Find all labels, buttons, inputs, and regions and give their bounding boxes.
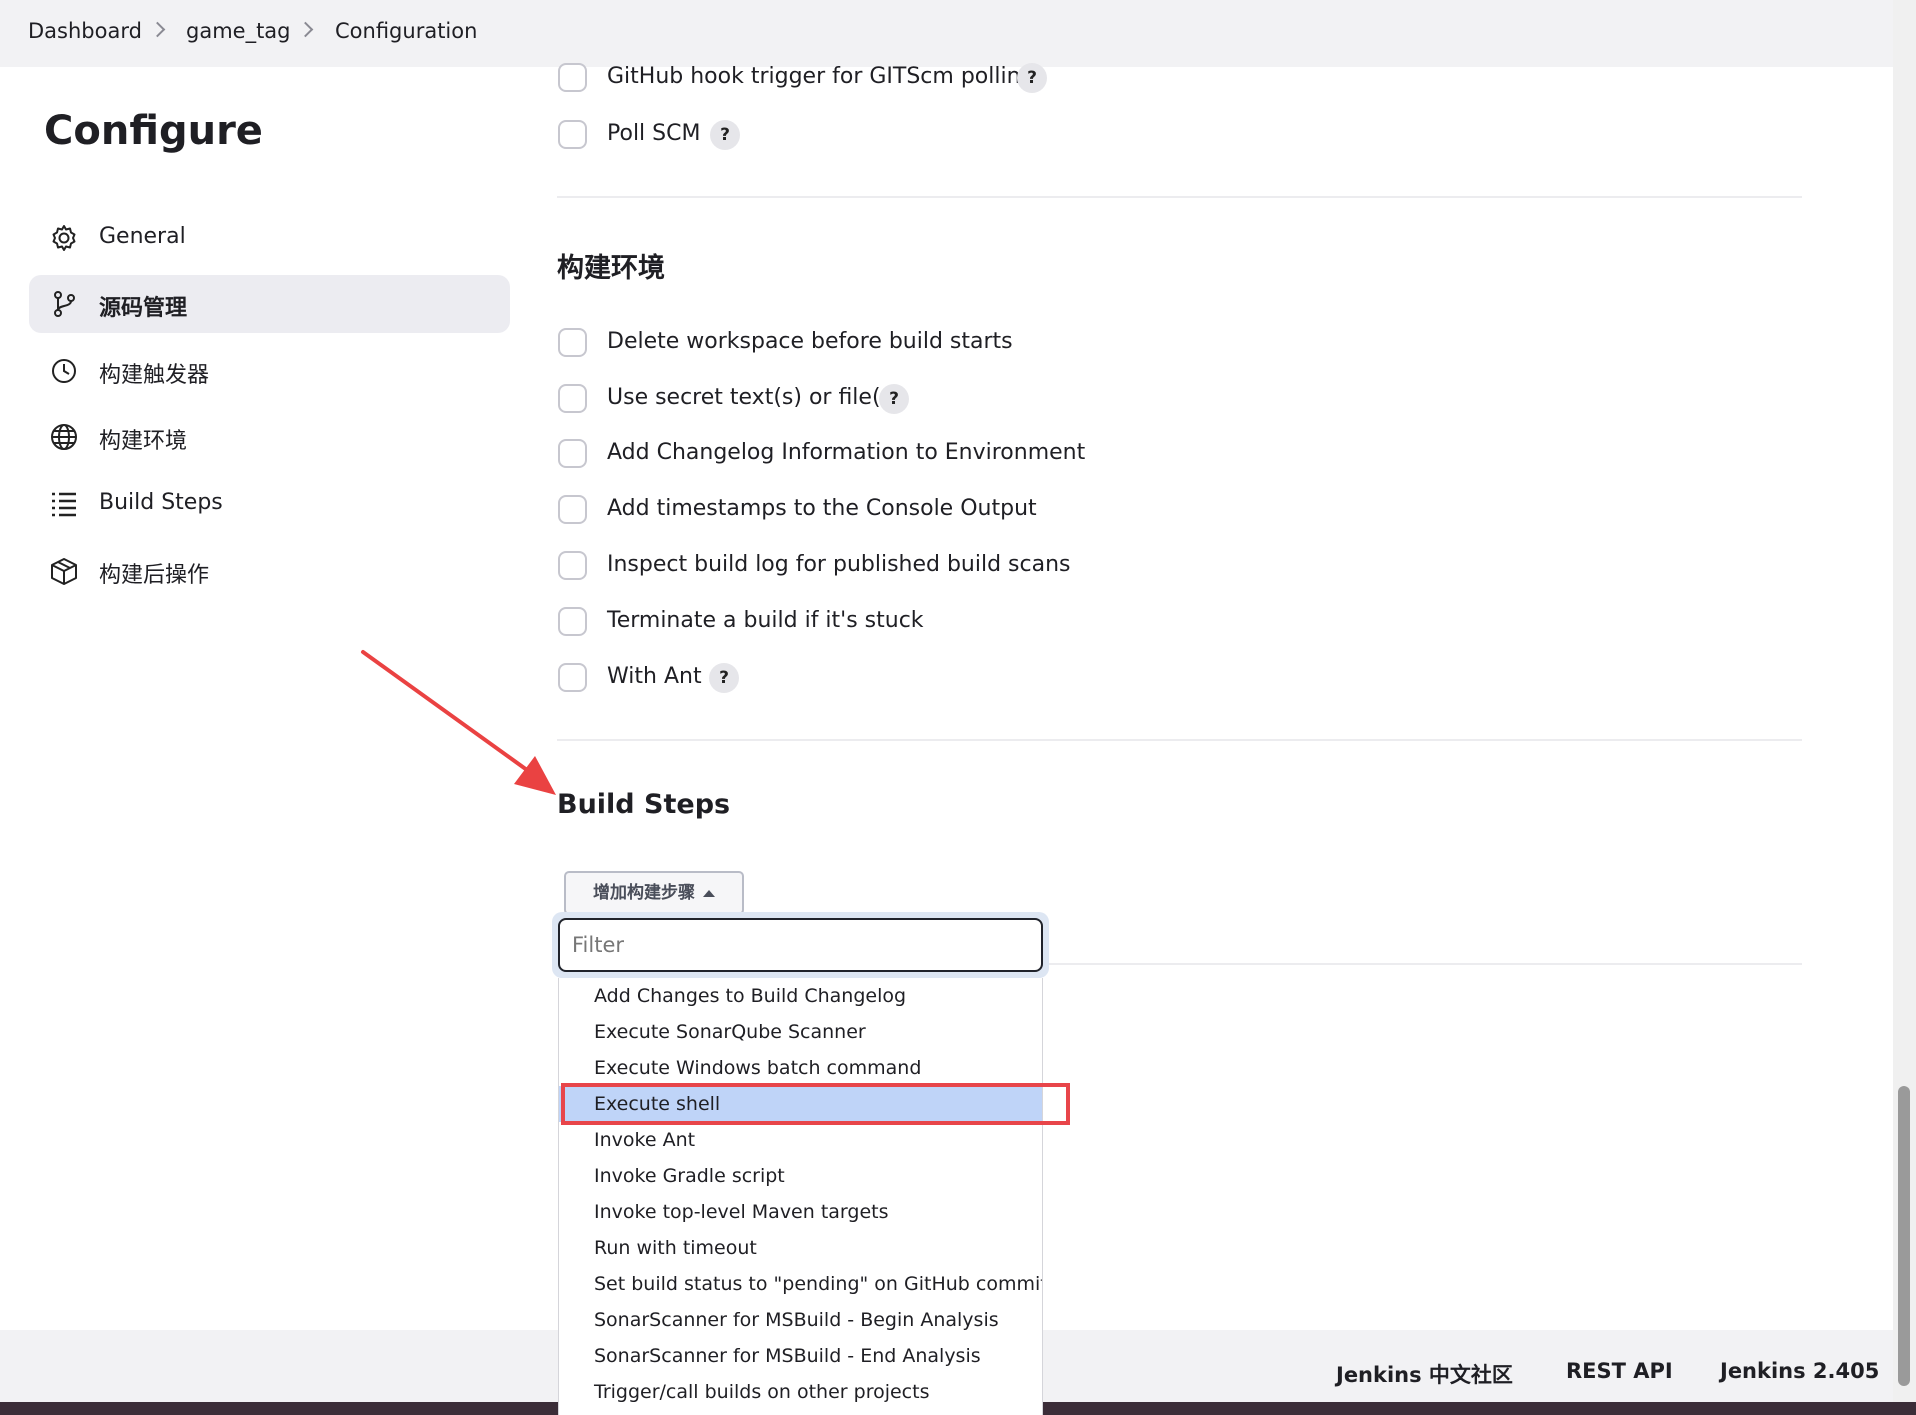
filter-input[interactable]	[558, 918, 1043, 972]
window-scrollbar-thumb[interactable]	[1898, 1086, 1910, 1386]
menu-item[interactable]: SonarScanner for MSBuild - End Analysis	[559, 1338, 1042, 1374]
sidebar-item-post-build[interactable]: 构建后操作	[29, 542, 510, 600]
checkbox-github-hook[interactable]	[558, 63, 587, 92]
checkbox-label: Add timestamps to the Console Output	[607, 496, 1037, 521]
menu-item[interactable]: Invoke top-level Maven targets	[559, 1194, 1042, 1230]
section-title-build-env: 构建环境	[557, 253, 665, 284]
checkbox-label: Terminate a build if it's stuck	[607, 608, 924, 633]
sidebar-item-label: 构建触发器	[99, 363, 210, 388]
sidebar-item-label: 源码管理	[99, 296, 188, 321]
breadcrumb-job[interactable]: game_tag	[186, 19, 291, 43]
checkbox-changelog-info[interactable]	[558, 439, 587, 468]
checkbox-terminate-stuck[interactable]	[558, 607, 587, 636]
add-build-step-button[interactable]: 增加构建步骤	[564, 871, 744, 915]
chevron-right-icon	[152, 20, 164, 38]
menu-item[interactable]: Run with timeout	[559, 1230, 1042, 1266]
globe-icon	[49, 422, 79, 452]
sidebar-item-label: General	[99, 224, 186, 249]
checkbox-timestamps[interactable]	[558, 495, 587, 524]
checkbox-label: With Ant	[607, 664, 702, 689]
menu-item[interactable]: Invoke Gradle script	[559, 1158, 1042, 1194]
checkbox-secret-text[interactable]	[558, 384, 587, 413]
sidebar-item-build-steps[interactable]: Build Steps	[29, 475, 510, 533]
menu-item[interactable]: Add Changes to Build Changelog	[559, 978, 1042, 1014]
menu-item[interactable]: SonarScanner for MSBuild - Begin Analysi…	[559, 1302, 1042, 1338]
checkbox-with-ant[interactable]	[558, 663, 587, 692]
gear-icon	[49, 223, 79, 253]
caret-up-icon	[703, 889, 715, 897]
help-icon[interactable]: ?	[710, 120, 740, 150]
checkbox-label: Add Changelog Information to Environment	[607, 440, 1086, 465]
checkbox-poll-scm[interactable]	[558, 120, 587, 149]
help-icon[interactable]: ?	[1017, 63, 1047, 93]
help-icon[interactable]: ?	[879, 384, 909, 414]
checkbox-delete-workspace[interactable]	[558, 328, 587, 357]
list-icon	[49, 489, 79, 519]
checkbox-label: Use secret text(s) or file(s)	[607, 385, 901, 410]
checkbox-label: Delete workspace before build starts	[607, 329, 1013, 354]
footer-link-rest-api[interactable]: REST API	[1566, 1359, 1673, 1383]
add-build-step-label: 增加构建步骤	[593, 883, 695, 903]
section-divider	[557, 739, 1802, 741]
menu-item[interactable]: Execute Windows batch command	[559, 1050, 1042, 1086]
menu-item[interactable]: Invoke Ant	[559, 1122, 1042, 1158]
sidebar-item-label: Build Steps	[99, 490, 223, 515]
clock-icon	[49, 356, 79, 386]
chevron-right-icon	[300, 20, 312, 38]
breadcrumb-current: Configuration	[335, 19, 478, 43]
footer-link-community[interactable]: Jenkins 中文社区	[1336, 1359, 1513, 1389]
breadcrumb: Dashboard game_tag Configuration	[0, 0, 1893, 67]
sidebar-item-label: 构建后操作	[99, 563, 210, 588]
highlight-box-annotation	[561, 1083, 1070, 1125]
section-title-build-steps: Build Steps	[557, 789, 731, 820]
menu-item[interactable]: Execute SonarQube Scanner	[559, 1014, 1042, 1050]
package-icon	[49, 556, 79, 586]
build-step-menu: Add Changes to Build Changelog Execute S…	[558, 978, 1043, 1415]
checkbox-inspect-build-log[interactable]	[558, 551, 587, 580]
checkbox-label: GitHub hook trigger for GITScm polling	[607, 64, 1035, 89]
footer-link-version[interactable]: Jenkins 2.405	[1720, 1359, 1879, 1383]
breadcrumb-dashboard[interactable]: Dashboard	[28, 19, 142, 43]
sidebar-item-build-triggers[interactable]: 构建触发器	[29, 342, 510, 400]
menu-item[interactable]: Trigger/call builds on other projects	[559, 1374, 1042, 1410]
section-divider	[557, 196, 1802, 198]
page-title: Configure	[44, 108, 263, 154]
sidebar-item-general[interactable]: General	[29, 209, 510, 267]
checkbox-label: Inspect build log for published build sc…	[607, 552, 1071, 577]
checkbox-label: Poll SCM	[607, 121, 701, 146]
menu-item[interactable]: Set build status to "pending" on GitHub …	[559, 1266, 1042, 1302]
sidebar-item-source-control[interactable]: 源码管理	[29, 275, 510, 333]
sidebar-item-label: 构建环境	[99, 429, 188, 454]
filter-focus-ring	[552, 912, 1049, 978]
sidebar-item-build-env[interactable]: 构建环境	[29, 408, 510, 466]
build-step-dropdown: Add Changes to Build Changelog Execute S…	[552, 912, 1049, 1415]
help-icon[interactable]: ?	[709, 663, 739, 693]
source-control-icon	[49, 289, 79, 319]
